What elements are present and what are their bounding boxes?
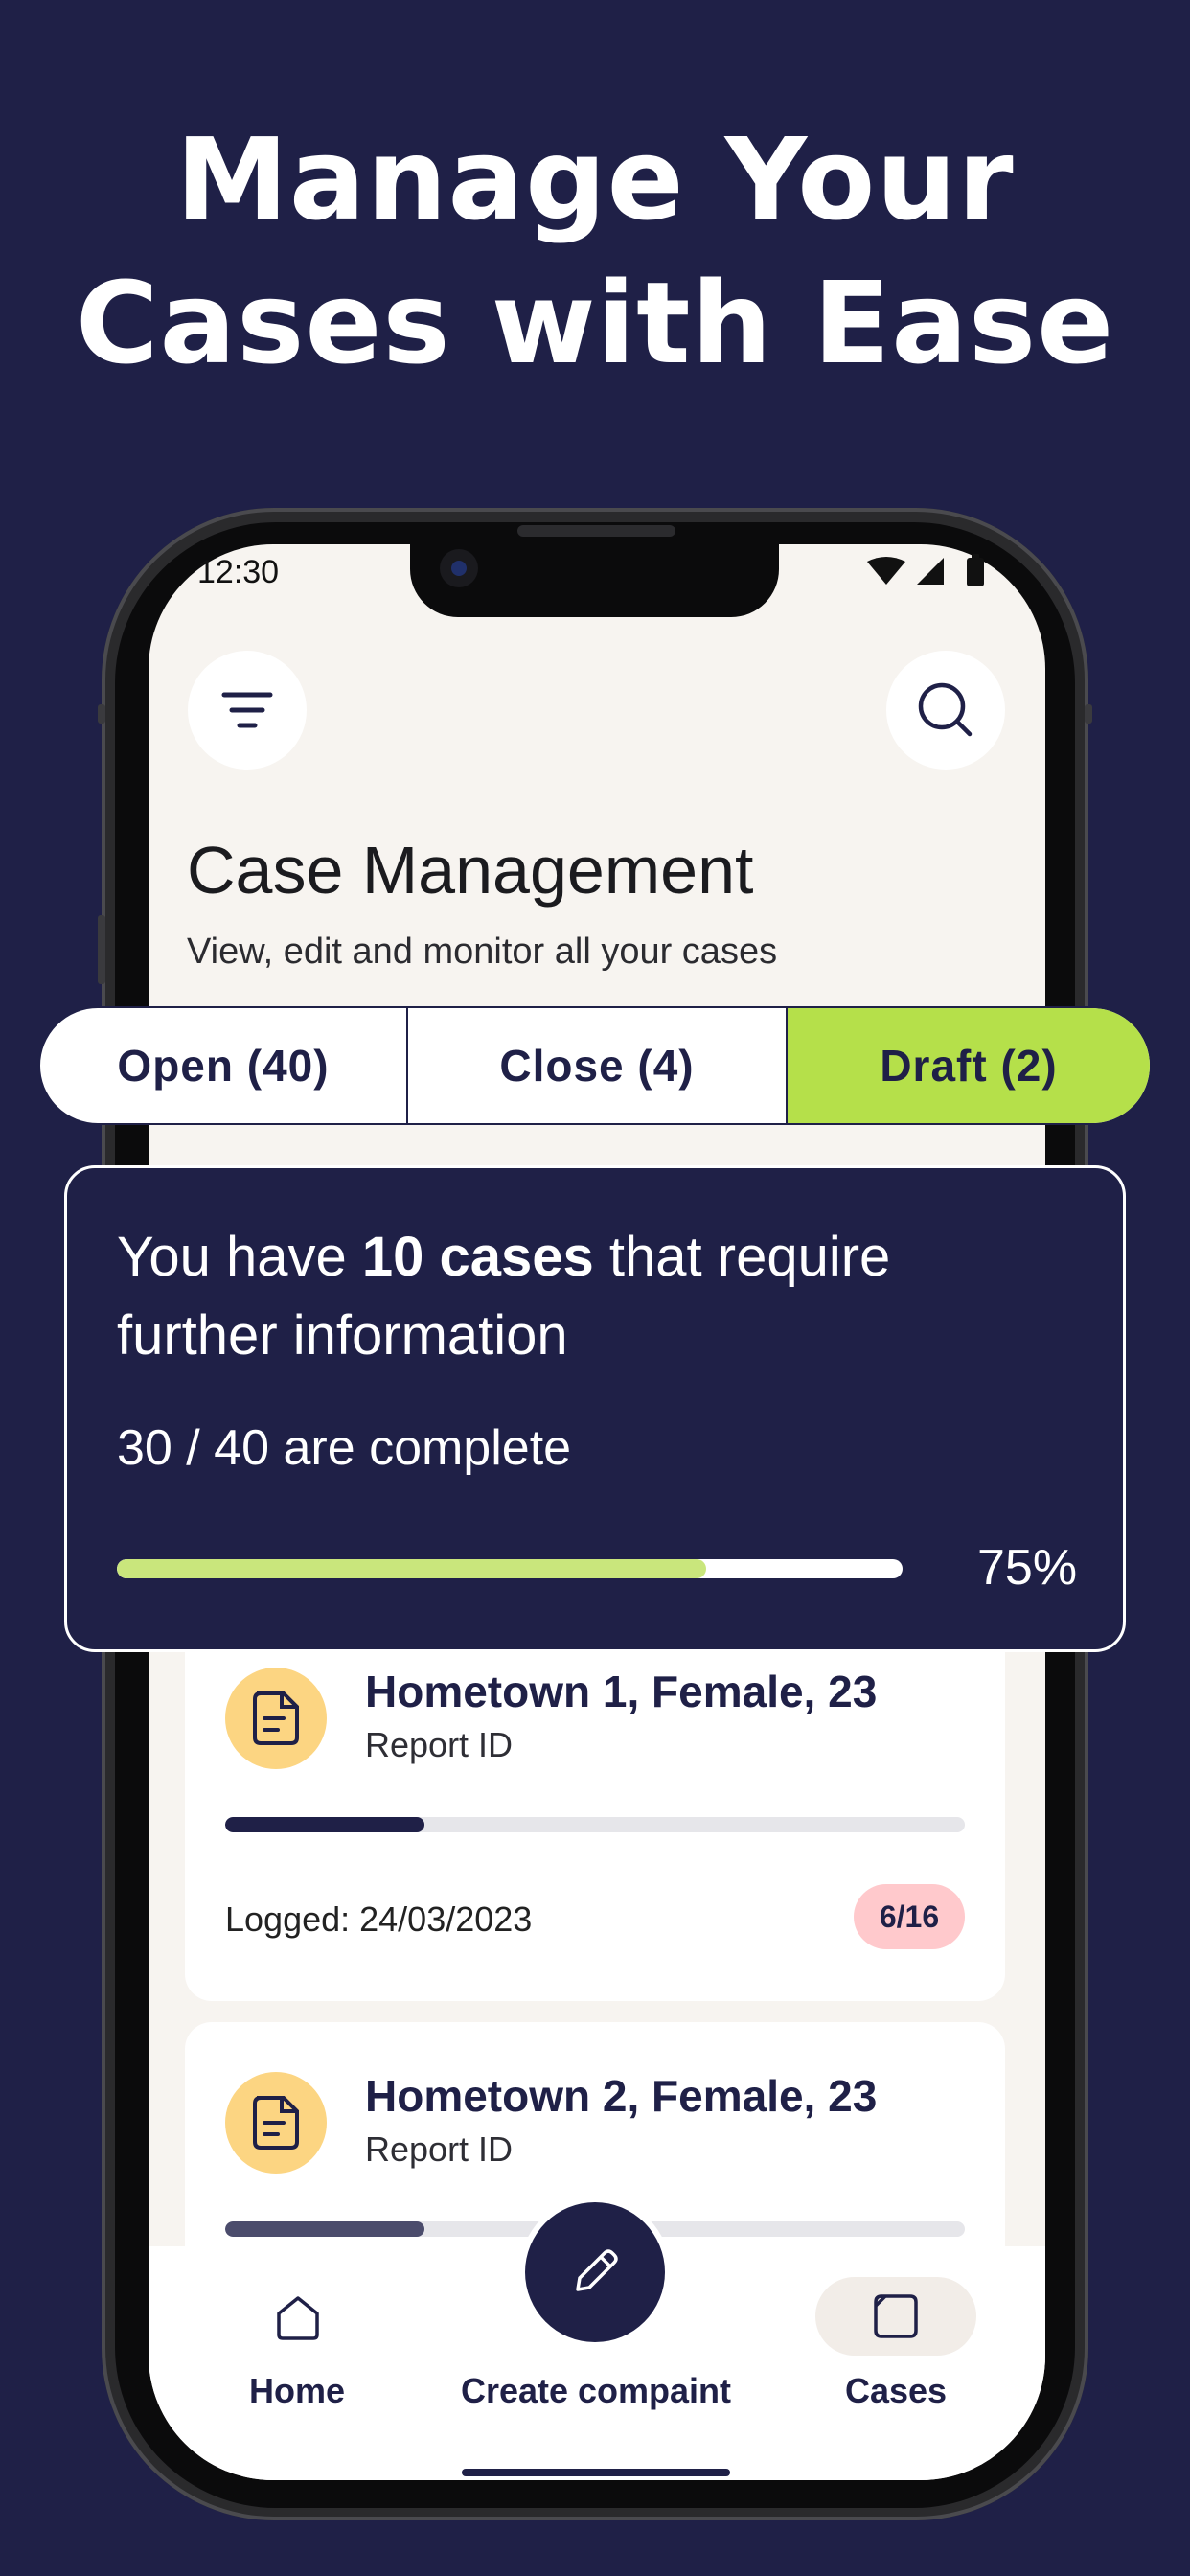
- create-complaint-button[interactable]: [519, 2196, 671, 2348]
- document-icon: [253, 1691, 299, 1745]
- search-icon: [918, 682, 973, 737]
- front-camera: [440, 549, 478, 587]
- case-tabs: Open (40) Close (4) Draft (2): [38, 1006, 1152, 1125]
- battery-icon: [967, 558, 984, 586]
- signal-icon: [917, 558, 944, 585]
- promo-headline-line-1: Manage Your: [175, 113, 1015, 245]
- tab-close[interactable]: Close (4): [408, 1008, 788, 1123]
- cases-icon: [874, 2294, 918, 2338]
- status-time: 12:30: [197, 554, 280, 590]
- nav-home-label[interactable]: Home: [201, 2371, 393, 2411]
- case-logged-date: Logged: 24/03/2023: [225, 1899, 533, 1939]
- phone-speaker: [517, 525, 675, 537]
- case-title: Hometown 1, Female, 23: [365, 1667, 878, 1716]
- case-report-id: Report ID: [365, 2129, 514, 2169]
- status-icons: [867, 554, 992, 588]
- page-subtitle: View, edit and monitor all your cases: [187, 932, 778, 972]
- nav-cases-label[interactable]: Cases: [800, 2371, 992, 2411]
- summary-complete-count: 30 / 40 are complete: [117, 1420, 572, 1476]
- summary-message: You have 10 cases that require further i…: [117, 1218, 979, 1375]
- pencil-icon: [576, 2249, 618, 2291]
- case-report-id: Report ID: [365, 1725, 514, 1764]
- search-button[interactable]: [886, 651, 1005, 770]
- summary-card: You have 10 cases that require further i…: [64, 1165, 1126, 1652]
- summary-progress-percent: 75%: [977, 1540, 1078, 1596]
- page-title: Case Management: [187, 833, 754, 908]
- home-indicator: [462, 2469, 730, 2476]
- case-icon: [225, 1668, 327, 1769]
- phone-volume-button: [98, 915, 105, 984]
- case-progress-fill: [225, 1817, 425, 1832]
- summary-message-prefix: You have: [117, 1226, 362, 1288]
- nav-home-button[interactable]: [271, 2290, 325, 2344]
- home-icon: [277, 2296, 319, 2340]
- phone-power-button: [1085, 704, 1092, 724]
- promo-headline-line-2: Cases with Ease: [75, 257, 1115, 389]
- case-title: Hometown 2, Female, 23: [365, 2071, 878, 2121]
- filter-button[interactable]: [188, 651, 307, 770]
- filter-icon: [221, 692, 273, 728]
- case-progress-badge: 6/16: [854, 1884, 965, 1949]
- nav-cases-active-pill[interactable]: [815, 2277, 976, 2356]
- tab-open[interactable]: Open (40): [40, 1008, 408, 1123]
- promo-headline: Manage Your Cases with Ease: [0, 107, 1190, 395]
- case-icon: [225, 2072, 327, 2174]
- tab-draft[interactable]: Draft (2): [788, 1008, 1150, 1123]
- document-icon: [253, 2096, 299, 2150]
- summary-message-bold: 10 cases: [361, 1226, 594, 1288]
- create-complaint-button-inner: [525, 2202, 665, 2342]
- nav-create-label[interactable]: Create compaint: [443, 2371, 749, 2411]
- summary-progress-fill: [117, 1559, 706, 1578]
- case-progress-fill: [225, 2221, 425, 2237]
- case-progress-bar: [225, 1817, 965, 1832]
- wifi-icon: [867, 557, 905, 585]
- summary-progress-bar: [117, 1559, 903, 1578]
- phone-side-button: [98, 704, 105, 724]
